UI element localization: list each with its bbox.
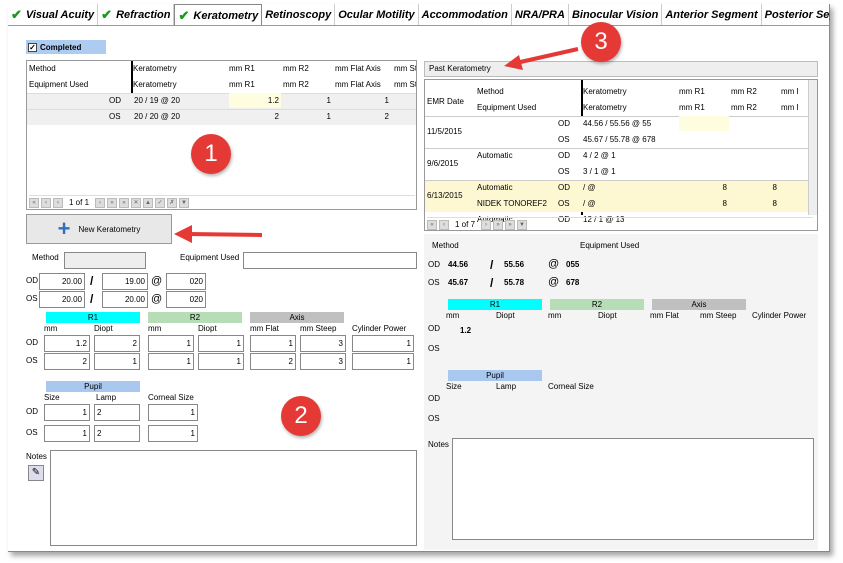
keratometry-window: ✔ Visual Acuity ✔ Refraction ✔ Keratometry Ret… bbox=[8, 4, 830, 552]
arrow-3-line bbox=[515, 47, 579, 65]
arrow-3-head bbox=[504, 55, 523, 70]
arrow-1-head bbox=[174, 225, 192, 243]
callout-3: 3 bbox=[581, 22, 621, 62]
callout-1: 1 bbox=[191, 134, 231, 174]
arrow-1-line bbox=[187, 232, 263, 237]
callout-2: 2 bbox=[281, 396, 321, 436]
callout-arrows bbox=[174, 47, 579, 243]
